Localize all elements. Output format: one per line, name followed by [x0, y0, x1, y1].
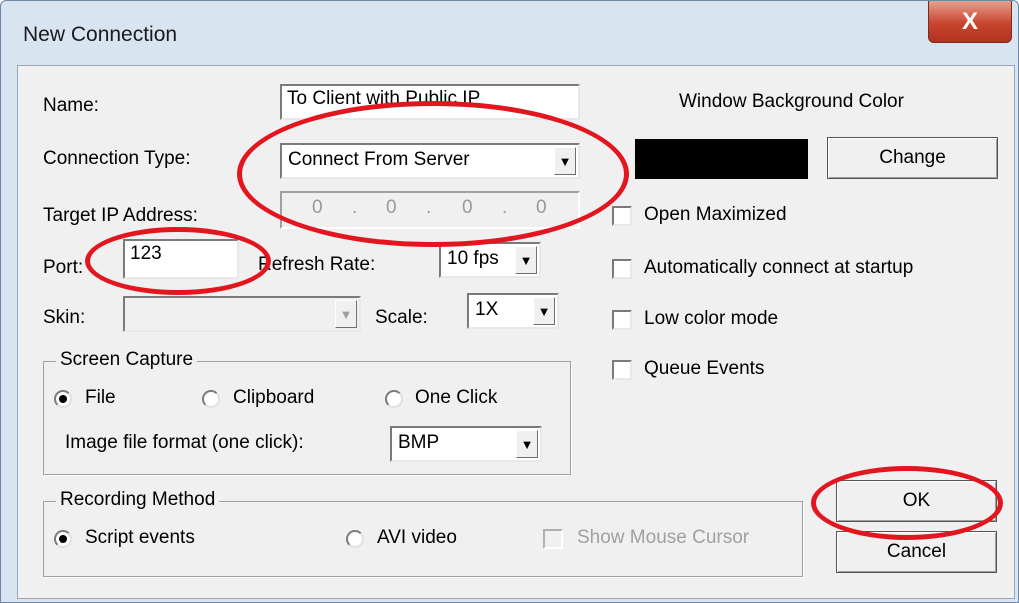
one-click-radio-label[interactable]: One Click	[415, 387, 497, 409]
ip-dot: .	[502, 197, 508, 218]
auto-connect-label[interactable]: Automatically connect at startup	[644, 257, 913, 279]
port-input[interactable]: 123	[123, 239, 239, 279]
ip-octet-4: 0	[536, 197, 547, 218]
target-ip-input[interactable]: 0 . 0 . 0 . 0	[280, 191, 580, 229]
low-color-mode-label[interactable]: Low color mode	[644, 308, 778, 330]
scale-value: 1X	[475, 299, 499, 320]
ok-button[interactable]: OK	[836, 480, 997, 522]
close-icon: X	[961, 7, 978, 35]
port-label: Port:	[43, 257, 84, 278]
connection-type-value: Connect From Server	[288, 149, 470, 170]
cancel-button[interactable]: Cancel	[836, 531, 997, 573]
script-events-label[interactable]: Script events	[85, 527, 195, 549]
change-color-button[interactable]: Change	[827, 137, 998, 179]
connection-type-select[interactable]: Connect From Server ▼	[280, 143, 580, 179]
one-click-radio[interactable]	[385, 390, 403, 408]
low-color-mode-checkbox[interactable]	[612, 310, 632, 330]
show-mouse-cursor-checkbox	[543, 529, 563, 549]
file-radio-label[interactable]: File	[85, 387, 116, 409]
avi-video-radio[interactable]	[346, 530, 364, 548]
dialog-window: New Connection X Name: To Client with Pu…	[0, 0, 1019, 603]
open-maximized-checkbox[interactable]	[612, 206, 632, 226]
close-button[interactable]: X	[928, 1, 1012, 43]
queue-events-checkbox[interactable]	[612, 360, 632, 380]
ip-octet-3: 0	[462, 197, 473, 218]
chevron-down-icon[interactable]: ▼	[554, 147, 576, 175]
ok-button-label: OK	[902, 490, 931, 511]
show-mouse-cursor-label: Show Mouse Cursor	[577, 527, 750, 548]
clipboard-radio[interactable]	[202, 390, 220, 408]
screen-capture-title: Screen Capture	[56, 349, 198, 371]
chevron-down-icon[interactable]: ▼	[515, 246, 537, 274]
image-format-select[interactable]: BMP ▼	[390, 426, 542, 462]
avi-video-label[interactable]: AVI video	[377, 527, 457, 549]
name-value: To Client with Public IP	[287, 88, 481, 109]
refresh-rate-value: 10 fps	[447, 248, 499, 269]
chevron-down-icon[interactable]: ▼	[533, 297, 555, 325]
ip-octet-2: 0	[386, 197, 397, 218]
change-color-label: Change	[879, 147, 946, 168]
ip-dot: .	[426, 197, 432, 218]
port-value: 123	[130, 243, 162, 264]
script-events-radio[interactable]	[54, 530, 72, 548]
scale-label: Scale:	[375, 307, 428, 328]
refresh-rate-select[interactable]: 10 fps ▼	[439, 242, 541, 278]
name-label: Name:	[43, 95, 99, 116]
scale-select[interactable]: 1X ▼	[467, 293, 559, 329]
refresh-rate-label: Refresh Rate:	[258, 254, 376, 275]
target-ip-label: Target IP Address:	[43, 205, 198, 226]
chevron-down-icon: ▼	[335, 300, 357, 328]
connection-type-label: Connection Type:	[43, 148, 191, 169]
ip-dot: .	[352, 197, 358, 218]
background-color-swatch	[635, 139, 808, 179]
clipboard-radio-label[interactable]: Clipboard	[233, 387, 314, 409]
skin-select[interactable]: ▼	[123, 296, 361, 332]
image-format-label: Image file format (one click):	[65, 432, 304, 453]
background-color-label: Window Background Color	[679, 91, 904, 112]
file-radio[interactable]	[54, 390, 72, 408]
recording-method-title: Recording Method	[56, 489, 220, 511]
chevron-down-icon[interactable]: ▼	[516, 430, 538, 458]
cancel-button-label: Cancel	[886, 541, 947, 562]
auto-connect-checkbox[interactable]	[612, 259, 632, 279]
image-format-value: BMP	[398, 432, 440, 453]
skin-label: Skin:	[43, 307, 86, 328]
ip-octet-1: 0	[312, 197, 323, 218]
queue-events-label[interactable]: Queue Events	[644, 358, 764, 380]
name-input[interactable]: To Client with Public IP	[280, 84, 580, 120]
open-maximized-label[interactable]: Open Maximized	[644, 204, 787, 226]
window-title: New Connection	[23, 23, 178, 46]
